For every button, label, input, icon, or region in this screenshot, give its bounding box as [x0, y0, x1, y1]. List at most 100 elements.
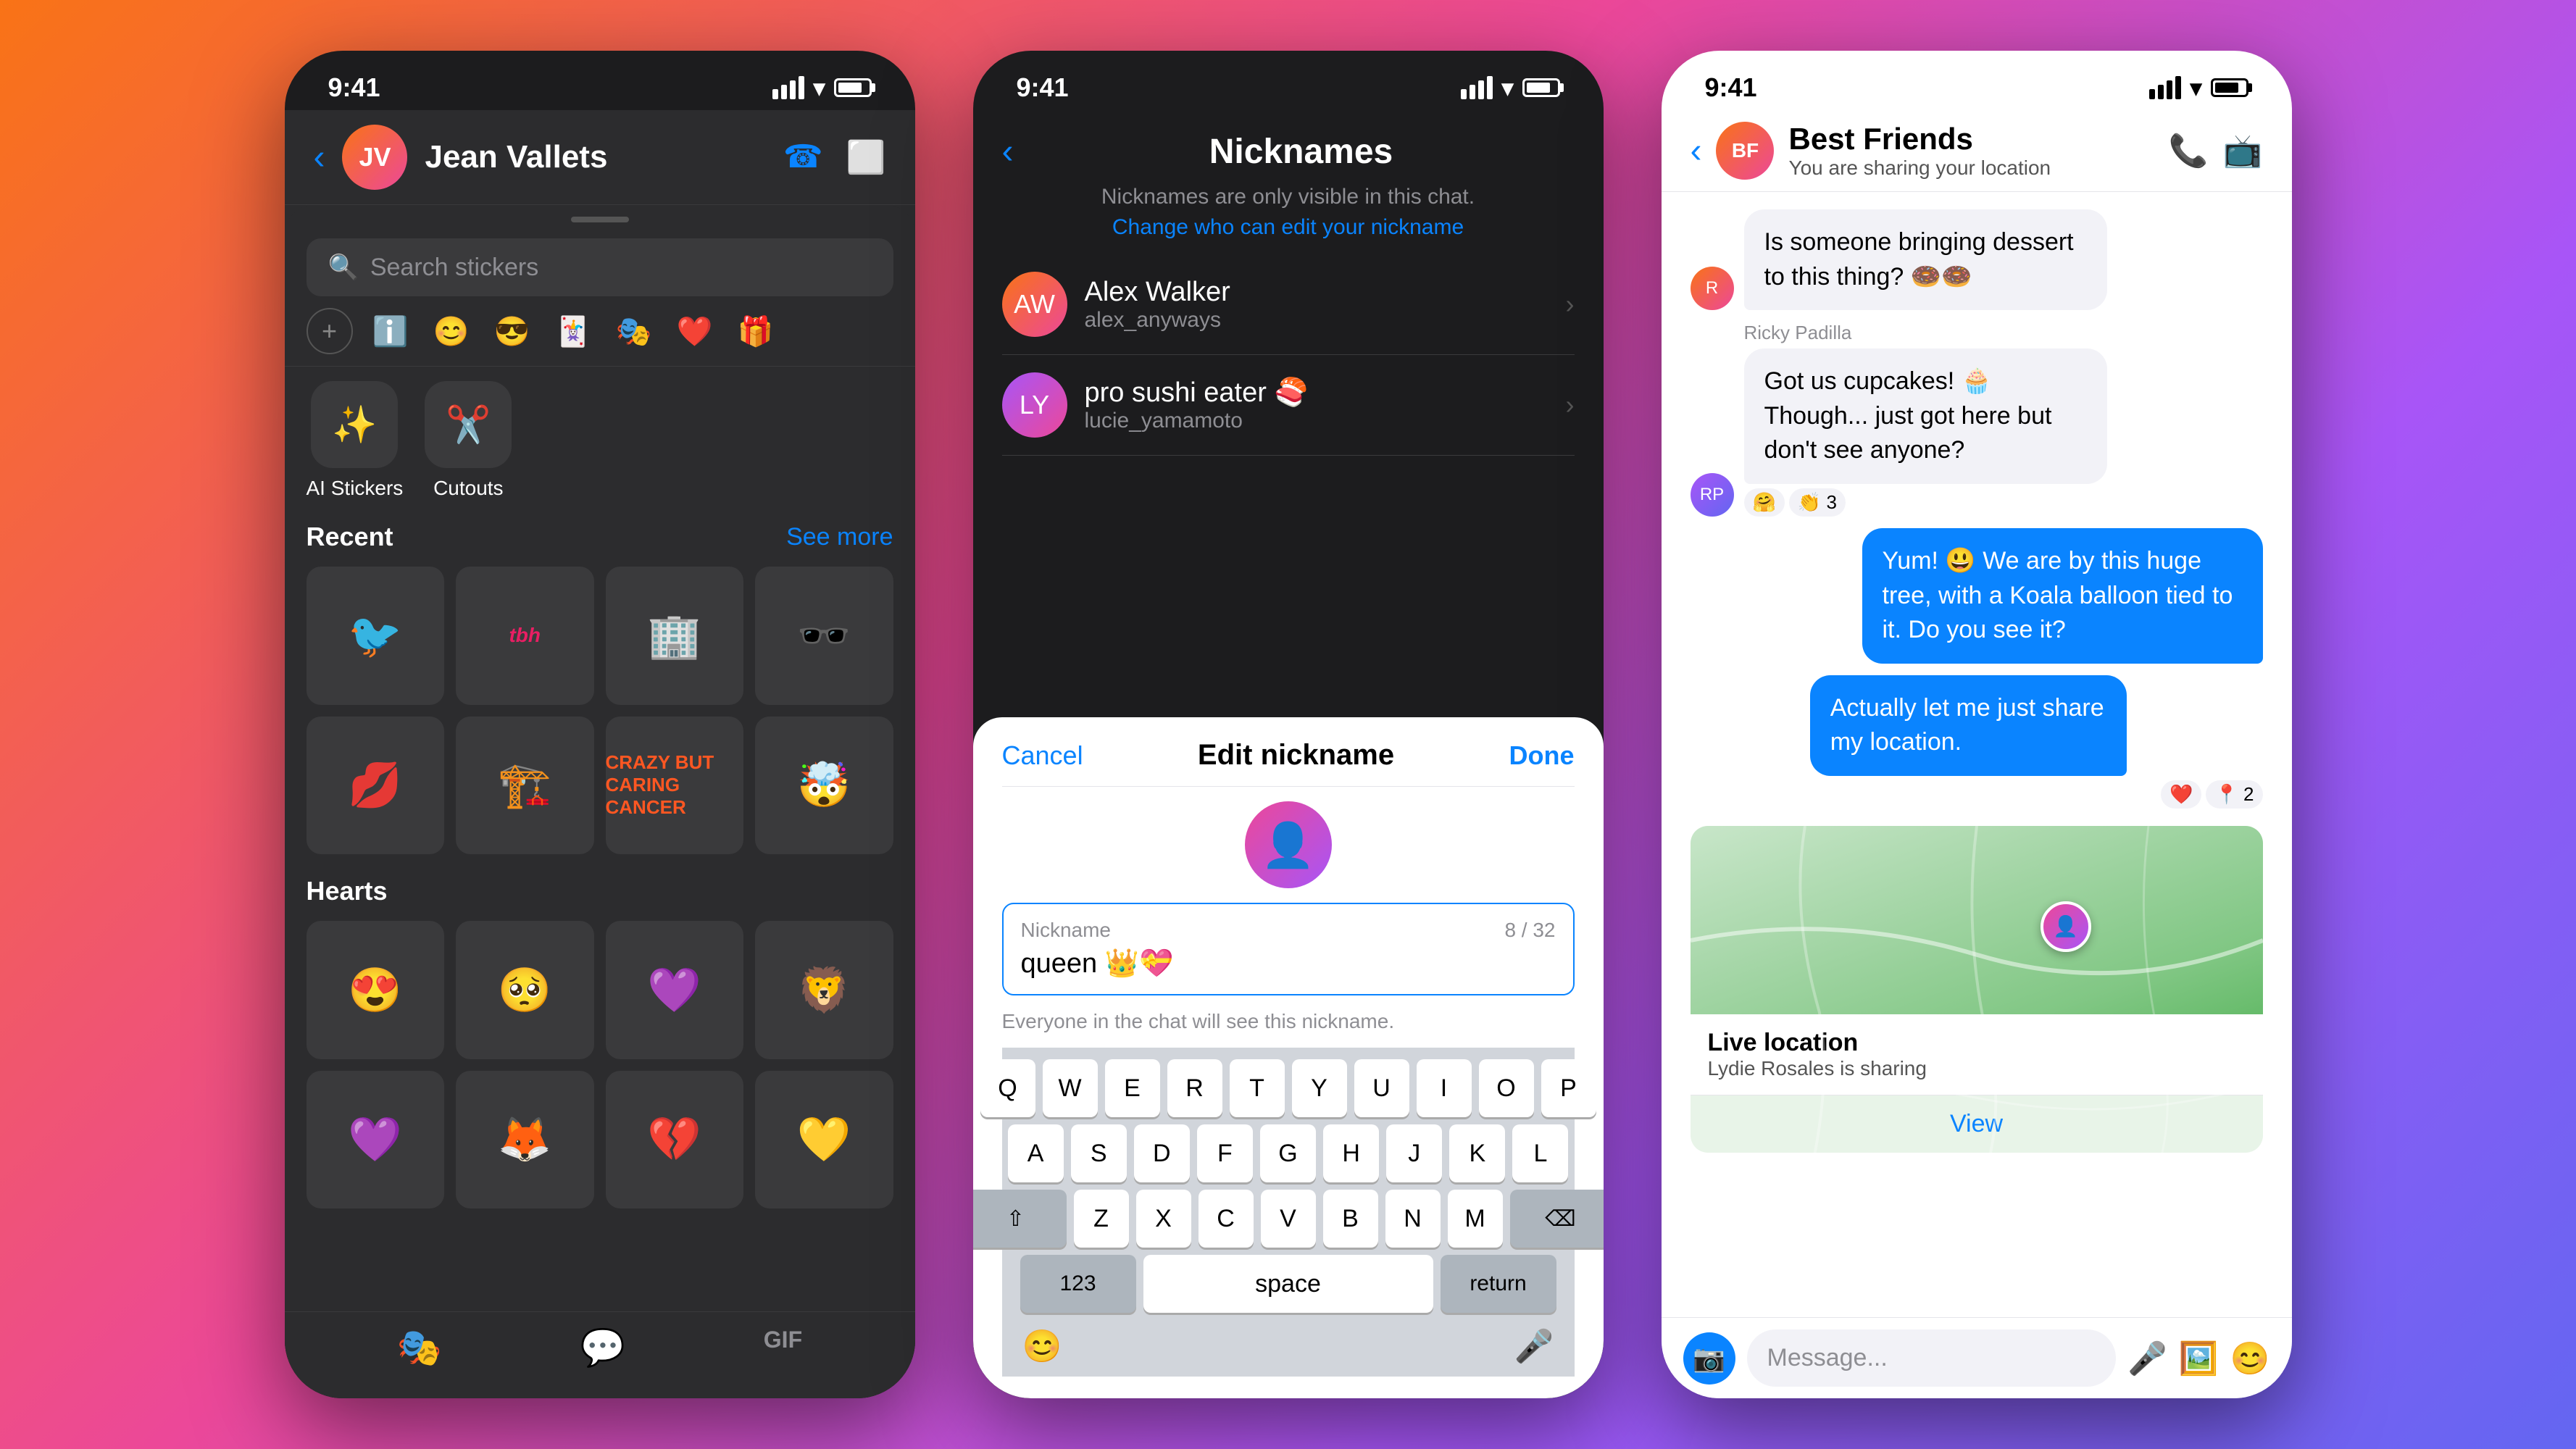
nickname-input-container[interactable]: Nickname 8 / 32 queen 👑💝	[1002, 903, 1575, 995]
phone-icon[interactable]: ☎	[783, 138, 823, 176]
nickname-item-2[interactable]: LY pro sushi eater 🍣 lucie_yamamoto ›	[1002, 355, 1575, 456]
key-h[interactable]: H	[1323, 1124, 1379, 1182]
key-s[interactable]: S	[1071, 1124, 1127, 1182]
key-t[interactable]: T	[1230, 1059, 1285, 1117]
phone2-status-bar: 9:41 ▾	[973, 51, 1604, 110]
nickname-input-value[interactable]: queen 👑💝	[1021, 948, 1556, 980]
cancel-button[interactable]: Cancel	[1002, 740, 1083, 771]
signal-icon	[1461, 76, 1493, 99]
phone2-content: ‹ Nicknames Nicknames are only visible i…	[973, 110, 1604, 1398]
phone3-content: ‹ BF Best Friends You are sharing your l…	[1662, 110, 2292, 1398]
key-n[interactable]: N	[1385, 1190, 1441, 1248]
sticker-tab-3[interactable]: 😎	[489, 308, 535, 354]
key-p[interactable]: P	[1541, 1059, 1596, 1117]
sticker-item[interactable]: 🏗️	[456, 717, 594, 855]
everyone-note: Everyone in the chat will see this nickn…	[1002, 1010, 1575, 1033]
photo-input-icon[interactable]: 🖼️	[2179, 1340, 2219, 1377]
sticker-item[interactable]: 💜	[307, 1071, 445, 1209]
key-m[interactable]: M	[1448, 1190, 1503, 1248]
message-input[interactable]: Message...	[1747, 1329, 2117, 1387]
phone-call-icon[interactable]: 📞	[2169, 132, 2209, 170]
emoji-keyboard-icon[interactable]: 😊	[1022, 1327, 1062, 1365]
key-u[interactable]: U	[1354, 1059, 1409, 1117]
key-c[interactable]: C	[1199, 1190, 1254, 1248]
video-call-icon[interactable]: 📺	[2223, 132, 2263, 170]
message-row-3: Yum! 😃 We are by this huge tree, with a …	[1691, 528, 2263, 664]
camera-button[interactable]: 📷	[1683, 1332, 1735, 1385]
sticker-item[interactable]: 😍	[307, 921, 445, 1059]
reactions-4: ❤️ 📍 2	[1810, 780, 2263, 809]
delete-key[interactable]: ⌫	[1510, 1190, 1604, 1248]
key-f[interactable]: F	[1197, 1124, 1253, 1182]
key-w[interactable]: W	[1043, 1059, 1098, 1117]
sticker-tab-6[interactable]: ❤️	[672, 308, 718, 354]
ai-stickers-tool[interactable]: ✨ AI Stickers	[307, 381, 404, 500]
microphone-input-icon[interactable]: 🎤	[2127, 1340, 2167, 1377]
see-more-link[interactable]: See more	[786, 523, 893, 551]
cutouts-label: Cutouts	[433, 477, 504, 500]
key-g[interactable]: G	[1260, 1124, 1316, 1182]
key-k[interactable]: K	[1449, 1124, 1505, 1182]
sticker-item[interactable]: 🦊	[456, 1071, 594, 1209]
back-button[interactable]: ‹	[314, 138, 325, 178]
video-icon[interactable]: ⬜	[846, 138, 886, 176]
key-x[interactable]: X	[1136, 1190, 1191, 1248]
reaction-hug: 🤗	[1744, 488, 1785, 517]
sticker-item[interactable]: 🐦	[307, 567, 445, 705]
back-button[interactable]: ‹	[1002, 132, 1014, 172]
sticker-tab-5[interactable]: 🎭	[611, 308, 657, 354]
key-e[interactable]: E	[1105, 1059, 1160, 1117]
key-j[interactable]: J	[1386, 1124, 1442, 1182]
keyboard-row-2: A S D F G H J K L	[1008, 1124, 1569, 1182]
change-who-link[interactable]: Change who can edit your nickname	[1112, 215, 1464, 240]
key-l[interactable]: L	[1512, 1124, 1568, 1182]
return-key[interactable]: return	[1441, 1255, 1556, 1313]
sticker-item[interactable]: 💋	[307, 717, 445, 855]
sticker-item[interactable]: 💜	[606, 921, 744, 1059]
sticker-item[interactable]: 💔	[606, 1071, 744, 1209]
phone1-time: 9:41	[328, 72, 380, 103]
cutouts-tool[interactable]: ✂️ Cutouts	[425, 381, 512, 500]
sticker-item[interactable]: 🥺	[456, 921, 594, 1059]
sticker-item[interactable]: 🤯	[755, 717, 893, 855]
key-i[interactable]: I	[1417, 1059, 1472, 1117]
back-button[interactable]: ‹	[1691, 131, 1702, 171]
sticker-tab-7[interactable]: 🎁	[733, 308, 779, 354]
key-v[interactable]: V	[1261, 1190, 1316, 1248]
sticker-tab-1[interactable]: ℹ️	[367, 308, 414, 354]
sticker-input-icon[interactable]: 😊	[2230, 1340, 2270, 1377]
sticker-tab-4[interactable]: 🃏	[550, 308, 596, 354]
search-bar[interactable]: 🔍 Search stickers	[307, 238, 893, 296]
done-button[interactable]: Done	[1509, 740, 1574, 771]
shift-key[interactable]: ⇧	[973, 1190, 1067, 1248]
key-o[interactable]: O	[1479, 1059, 1534, 1117]
key-a[interactable]: A	[1008, 1124, 1064, 1182]
nickname-item-1[interactable]: AW Alex Walker alex_anyways ›	[1002, 254, 1575, 355]
sticker-panel: 🔍 Search stickers + ℹ️ 😊 😎 🃏 🎭 ❤️ 🎁 ✨	[285, 205, 915, 1398]
microphone-icon[interactable]: 🎤	[1514, 1327, 1554, 1365]
bubble-3: Yum! 😃 We are by this huge tree, with a …	[1862, 528, 2263, 664]
sticker-item[interactable]: CRAZY BUT CARING CANCER	[606, 717, 744, 855]
ai-stickers-icon: ✨	[311, 381, 398, 468]
sticker-tab-2[interactable]: 😊	[428, 308, 475, 354]
gif-tab[interactable]: GIF	[764, 1327, 802, 1369]
emoji-tab[interactable]: 🎭	[397, 1327, 442, 1369]
nickname-avatar-1: AW	[1002, 272, 1067, 337]
sticker-item[interactable]: 🦁	[755, 921, 893, 1059]
edit-nickname-modal: Cancel Edit nickname Done 👤 Nickname 8 /…	[973, 717, 1604, 1398]
recent-section-header: Recent See more	[307, 522, 893, 552]
add-sticker-tab[interactable]: +	[307, 308, 353, 354]
sticker-tab-bottom[interactable]: 💬	[580, 1327, 625, 1369]
key-q[interactable]: Q	[980, 1059, 1035, 1117]
sticker-item[interactable]: 🕶️	[755, 567, 893, 705]
space-key[interactable]: space	[1143, 1255, 1433, 1313]
numbers-key[interactable]: 123	[1020, 1255, 1136, 1313]
key-r[interactable]: R	[1167, 1059, 1222, 1117]
sticker-item[interactable]: 💛	[755, 1071, 893, 1209]
key-b[interactable]: B	[1323, 1190, 1378, 1248]
sticker-item[interactable]: tbh	[456, 567, 594, 705]
key-d[interactable]: D	[1134, 1124, 1190, 1182]
key-z[interactable]: Z	[1074, 1190, 1129, 1248]
key-y[interactable]: Y	[1292, 1059, 1347, 1117]
sticker-item[interactable]: 🏢	[606, 567, 744, 705]
